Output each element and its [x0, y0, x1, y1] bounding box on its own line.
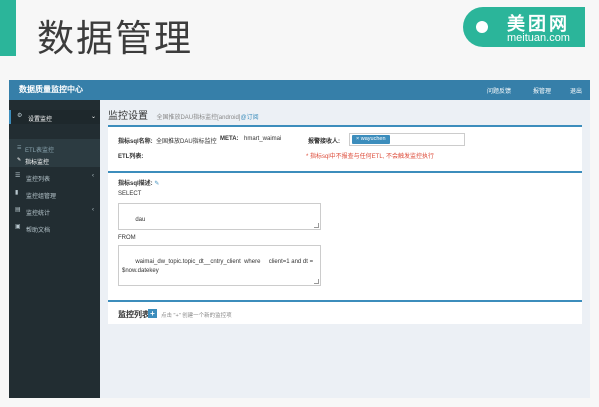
monitor-list-box: 监控列表 + 点击 "+" 创建一个新的监控项 [108, 300, 582, 324]
monitor-list-hint: 点击 "+" 创建一个新的监控项 [161, 313, 232, 319]
page-subtitle: 全国推放DAU指标监控[android]@订阅 [156, 115, 258, 121]
sql-desc-label: 指标sql描述: ✎ [118, 178, 159, 187]
sql-name-value: 全国推放DAU指标监控 [156, 139, 217, 145]
page-title: 监控设置 [108, 111, 148, 122]
sql-name-label: 指标sql名称: [118, 139, 153, 145]
sidebar-subitem-metric[interactable]: ✎ 指标监控 [9, 154, 100, 166]
sidebar-item-label: 监控统计 [26, 211, 51, 217]
sidebar-item-stats[interactable]: ▤ 监控统计 ‹ [9, 204, 100, 218]
receiver-label: 报警接收人: [308, 139, 340, 145]
chevron-down-icon: ⌄ [90, 114, 96, 120]
main-content: 监控设置 全国推放DAU指标监控[android]@订阅 指标sql名称: 全国… [100, 100, 590, 398]
resize-handle-icon[interactable] [314, 279, 319, 284]
receiver-tag[interactable]: × wayuchen [352, 135, 390, 144]
sidebar-item-label: 监控列表 [26, 177, 51, 183]
chevron-left-icon: ‹ [92, 173, 94, 179]
app-title: 数据质量监控中心 [19, 85, 83, 94]
select-textarea[interactable]: dau [118, 203, 321, 230]
list-icon: ☰ [15, 173, 21, 179]
chart-icon: ▤ [15, 207, 21, 213]
feedback-link[interactable]: 问题反馈 [487, 86, 511, 95]
subscribe-link[interactable]: @订阅 [240, 115, 258, 121]
add-monitor-button[interactable]: + [148, 309, 157, 318]
sidebar-item-help[interactable]: ▣ 帮助文档 [9, 221, 100, 235]
edit-icon: ✎ [17, 157, 22, 163]
slide-title: 数据管理 [37, 17, 193, 60]
settings-submenu: ☰ ETL表监控 ✎ 指标监控 [9, 139, 100, 167]
document-icon: ▣ [15, 224, 21, 230]
table-icon: ☰ [17, 145, 22, 151]
sidebar-subitem-etl[interactable]: ☰ ETL表监控 [9, 142, 100, 154]
sidebar: ⚙ 设置监控 ⌄ ☰ ETL表监控 ✎ 指标监控 ☰ 监控列表 ‹ ▮ 监控组管… [9, 100, 102, 398]
meta-value: hmart_waimai [244, 136, 282, 142]
sidebar-item-label: 帮助文档 [26, 228, 51, 234]
etl-label: ETL列表: [118, 154, 144, 160]
etl-warning: * 指标sql中不报查与任何ETL, 不会触发监控执行 [306, 154, 435, 160]
gear-icon: ⚙ [17, 113, 23, 119]
sidebar-subitem-label: ETL表监控 [25, 148, 55, 154]
sidebar-item-label: 设置监控 [28, 117, 53, 123]
bookmark-icon: ▮ [15, 190, 19, 196]
sidebar-item-settings[interactable]: ⚙ 设置监控 ⌄ [9, 110, 102, 124]
manage-link[interactable]: 报管理 [533, 86, 551, 95]
select-label: SELECT [118, 191, 142, 197]
monitor-list-title: 监控列表 [118, 310, 150, 319]
chevron-left-icon: ‹ [92, 207, 94, 213]
receiver-input[interactable]: × wayuchen [349, 133, 465, 146]
config-box: 指标sql名称: 全国推放DAU指标监控 META: hmart_waimai … [108, 125, 582, 171]
logo-dot-icon [476, 21, 488, 33]
from-value: waimai_dw_topic.topic_dt__cntry_client w… [122, 259, 314, 274]
brand-logo: 美团网 meituan.com [463, 7, 585, 47]
sidebar-item-label: 监控组管理 [26, 194, 57, 200]
slide-accent-bar [0, 0, 16, 56]
page-header: 监控设置 全国推放DAU指标监控[android]@订阅 [108, 106, 259, 124]
top-navbar: 数据质量监控中心 问题反馈 报管理 退出 [9, 80, 590, 100]
sidebar-item-monitor-list[interactable]: ☰ 监控列表 ‹ [9, 170, 100, 184]
logout-link[interactable]: 退出 [570, 86, 582, 95]
edit-icon[interactable]: ✎ [153, 181, 159, 187]
resize-handle-icon[interactable] [314, 223, 319, 228]
sql-box: 指标sql描述: ✎ SELECT dau FROM waimai_dw_top… [108, 171, 582, 300]
logo-domain: meituan.com [507, 32, 570, 44]
select-value: dau [135, 217, 146, 223]
sidebar-item-group[interactable]: ▮ 监控组管理 [9, 187, 100, 201]
from-label: FROM [118, 235, 136, 241]
sql-desc-label-text: 指标sql描述: [118, 181, 153, 187]
page-subtitle-text: 全国推放DAU指标监控[android] [156, 115, 241, 121]
sidebar-subitem-label: 指标监控 [25, 160, 50, 166]
meta-label: META: [220, 136, 239, 142]
app-window: 数据质量监控中心 问题反馈 报管理 退出 ⚙ 设置监控 ⌄ ☰ ETL表监控 ✎… [9, 80, 590, 398]
from-textarea[interactable]: waimai_dw_topic.topic_dt__cntry_client w… [118, 245, 321, 286]
